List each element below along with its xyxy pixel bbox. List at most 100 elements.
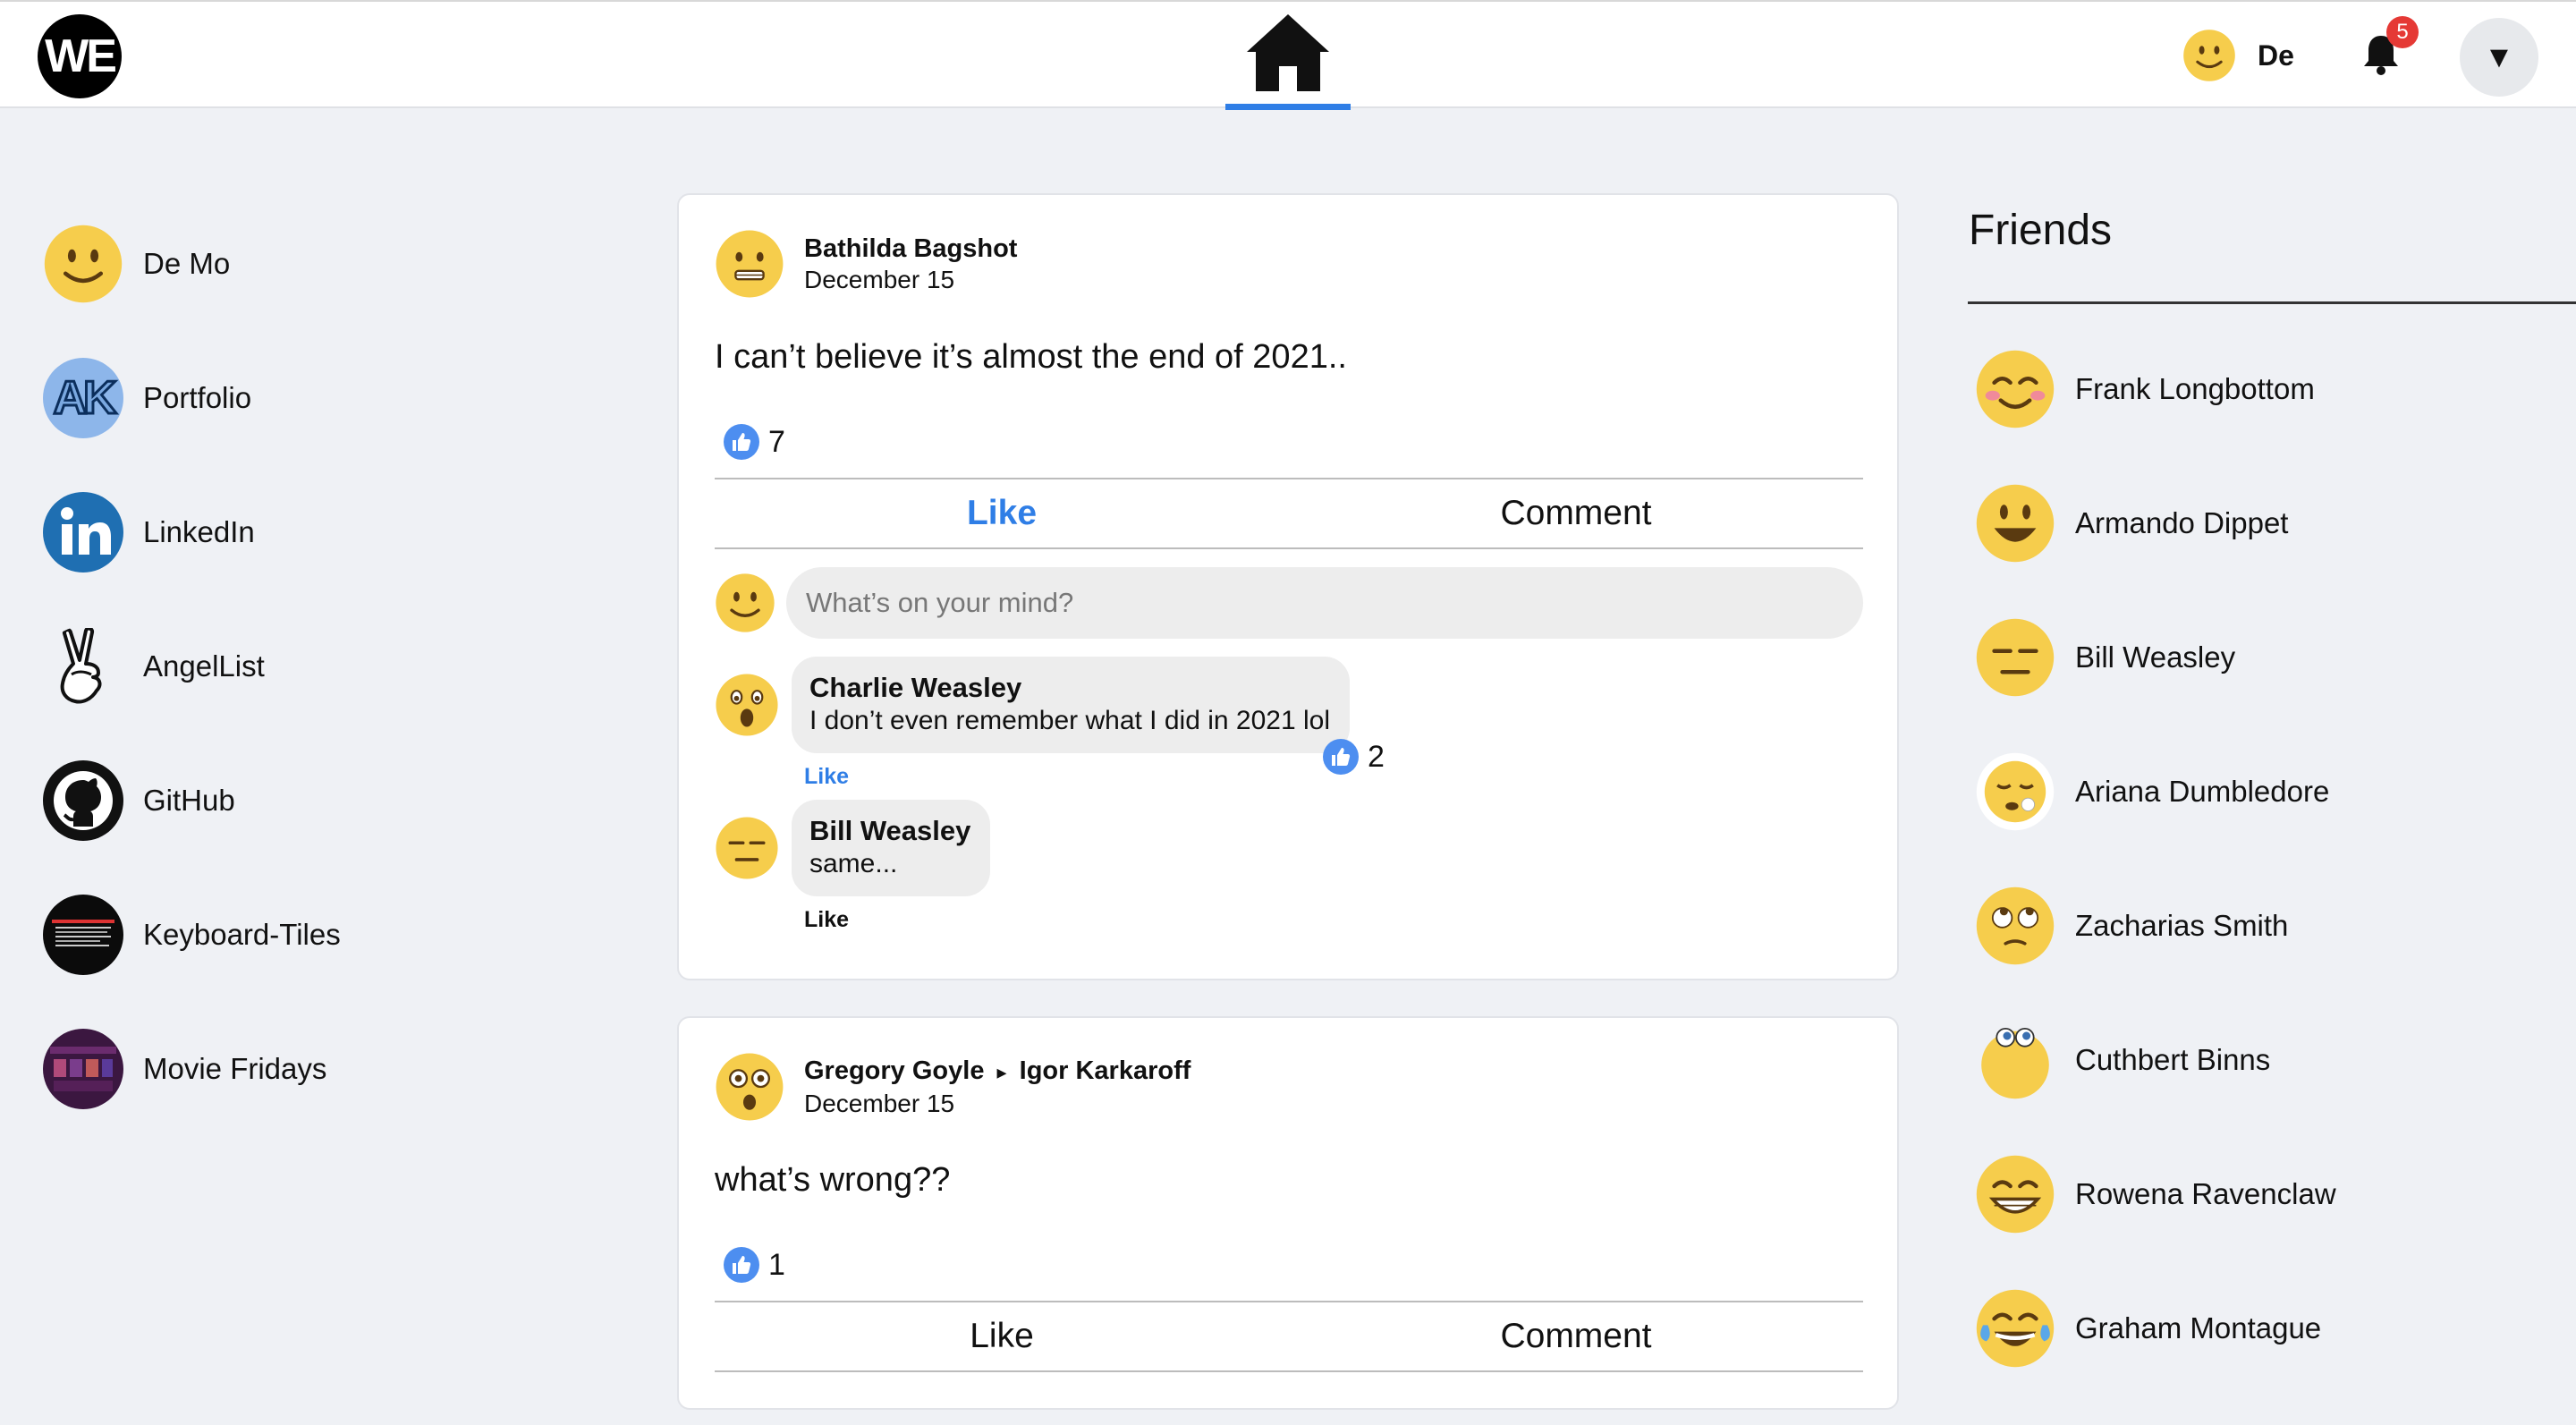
github-icon [43,760,123,841]
flushed-face-icon[interactable] [715,1052,784,1122]
post-header: Gregory Goyle ▸ Igor Karkaroff December … [715,1052,1191,1122]
friend-item[interactable]: Bill Weasley [1975,617,2336,698]
comment-bubble: Charlie Weasley I don’t even remember wh… [792,657,1350,753]
active-tab-indicator [1225,104,1351,110]
chevron-down-icon: ▼ [2484,39,2514,74]
post-like-count: 7 [724,424,785,460]
keyboard-tiles-thumb-icon [43,895,123,975]
friend-item[interactable]: Armando Dippet [1975,483,2336,564]
friend-item[interactable]: Cuthbert Binns [1975,1020,2336,1100]
linkedin-icon [43,492,123,573]
post-header: Bathilda Bagshot December 15 [715,229,1017,299]
comment-bubble: Bill Weasley same... [792,800,991,896]
sidebar-item-keyboard-tiles[interactable]: Keyboard-Tiles [43,895,580,975]
post-action-bar: Like Comment [715,1301,1863,1372]
sidebar-item-de-mo[interactable]: De Mo [43,224,580,304]
sidebar-item-label: Keyboard-Tiles [143,918,341,951]
friend-name: Cuthbert Binns [2075,1043,2271,1076]
sidebar-item-label: LinkedIn [143,515,255,548]
top-navbar: WE De 5 ▼ [0,0,2576,110]
notification-count-badge: 5 [2386,16,2419,48]
friend-name: Graham Montague [2075,1311,2322,1344]
smiley-avatar-icon [716,573,775,632]
sleepy-face-icon [1976,752,2055,831]
account-menu-button[interactable]: ▼ [2460,18,2538,97]
sidebar-item-label: De Mo [143,247,231,280]
blushing-face-icon [1976,350,2055,428]
we-logo[interactable]: WE [38,14,122,98]
movie-fridays-thumb-icon [43,1029,123,1109]
friends-title: Friends [1969,207,2113,254]
expressionless-face-icon [1976,618,2055,697]
post-recipient[interactable]: Igor Karkaroff [1020,1056,1191,1085]
comment-item: Bill Weasley same... [715,800,991,896]
sidebar-item-label: AngelList [143,649,265,683]
thumbs-up-icon [724,424,759,460]
astonished-face-icon [716,674,778,736]
grimace-face-icon[interactable] [715,229,784,299]
ak-monogram-icon: AK [43,358,123,438]
sidebar-item-label: Movie Fridays [143,1052,327,1085]
peace-hand-icon [43,626,123,707]
like-count: 1 [768,1247,785,1282]
eye-roll-face-icon [1976,886,2055,965]
friend-item[interactable]: Rowena Ravenclaw [1975,1154,2336,1234]
friend-item[interactable]: Graham Montague [1975,1288,2336,1369]
friend-item[interactable]: Frank Longbottom [1975,349,2336,429]
thumbs-up-icon [724,1247,759,1283]
comment-like-count: 2 [1323,739,1385,775]
post-action-bar: Like Comment [715,478,1863,549]
sidebar-item-github[interactable]: GitHub [43,760,580,841]
friend-list: Frank Longbottom Armando Dippet Bill Wea… [1975,349,2336,1422]
comment-author[interactable]: Charlie Weasley [809,671,1330,705]
post-card: Bathilda Bagshot December 15 I can’t bel… [677,193,1899,980]
friend-name: Armando Dippet [2075,506,2289,539]
friends-divider [1968,301,2576,304]
comment-like-button[interactable]: Like [804,907,849,933]
sidebar-item-portfolio[interactable]: AK Portfolio [43,358,580,438]
peeking-face-icon [1981,1028,2049,1099]
comment-author[interactable]: Bill Weasley [809,814,970,848]
like-count: 7 [768,424,785,459]
post-author[interactable]: Bathilda Bagshot [804,233,1017,265]
sidebar-item-angellist[interactable]: AngelList [43,626,580,707]
friend-name: Zacharias Smith [2075,909,2289,942]
comment-button[interactable]: Comment [1289,479,1863,547]
friend-name: Bill Weasley [2075,640,2236,674]
post-card: Gregory Goyle ▸ Igor Karkaroff December … [677,1016,1899,1410]
left-sidebar: De Mo AK Portfolio LinkedIn AngelList Gi… [43,224,580,1163]
post-like-count: 1 [724,1247,785,1283]
sidebar-item-movie-fridays[interactable]: Movie Fridays [43,1029,580,1109]
logo-text: WE [45,30,117,82]
comment-composer: What’s on your mind? [715,567,1863,639]
post-author-line: Gregory Goyle ▸ Igor Karkaroff [804,1055,1191,1089]
friend-name: Rowena Ravenclaw [2075,1177,2336,1210]
profile-name: De [2258,38,2294,72]
post-text: what’s wrong?? [715,1161,951,1199]
expressionless-face-icon [716,817,778,879]
smiley-avatar-icon [2183,30,2235,81]
smiley-avatar-icon [43,224,123,304]
thumbs-up-icon [1323,739,1359,775]
like-button[interactable]: Like [715,1302,1289,1370]
post-author[interactable]: Gregory Goyle [804,1056,984,1085]
comment-item: Charlie Weasley I don’t even remember wh… [715,657,1350,753]
like-button[interactable]: Like [715,479,1289,547]
home-icon [1247,14,1329,91]
comment-like-button[interactable]: Like [804,764,849,790]
friend-item[interactable]: Ariana Dumbledore [1975,751,2336,832]
comment-text: I don’t even remember what I did in 2021… [809,706,1330,735]
comment-button[interactable]: Comment [1289,1302,1863,1370]
beaming-face-icon [1976,1155,2055,1234]
home-tab[interactable] [1225,2,1351,110]
tears-of-joy-face-icon [1976,1289,2055,1368]
grinning-face-icon [1976,484,2055,563]
sidebar-item-label: Portfolio [143,381,252,414]
friend-item[interactable]: Zacharias Smith [1975,886,2336,966]
notifications-button[interactable]: 5 [2361,16,2419,81]
sidebar-item-linkedin[interactable]: LinkedIn [43,492,580,573]
comment-input[interactable]: What’s on your mind? [786,567,1863,639]
friend-name: Frank Longbottom [2075,372,2315,405]
profile-chip[interactable]: De [2182,27,2294,84]
friend-name: Ariana Dumbledore [2075,775,2330,808]
